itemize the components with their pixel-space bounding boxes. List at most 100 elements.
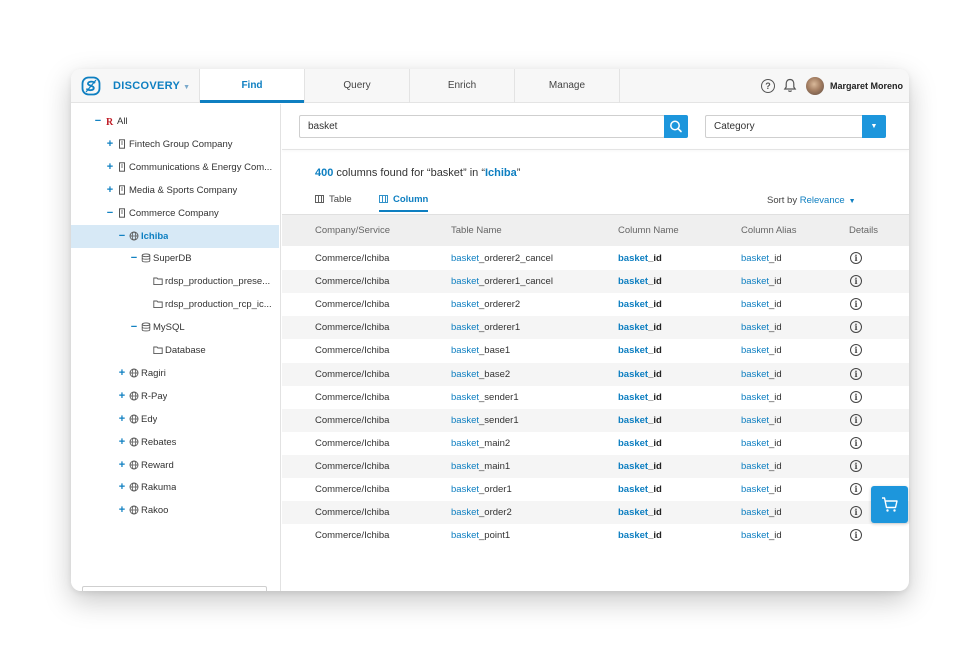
- tab-find[interactable]: Find: [200, 69, 304, 103]
- info-icon[interactable]: i: [850, 506, 862, 519]
- info-icon[interactable]: i: [850, 275, 862, 288]
- sidebar-search-input[interactable]: [82, 586, 267, 591]
- header-column-name[interactable]: Column Name: [618, 215, 679, 247]
- cell-column-name[interactable]: basket_id: [618, 386, 662, 409]
- sort-value[interactable]: Relevance: [800, 195, 845, 206]
- cell-table-name[interactable]: basket_base1: [451, 339, 510, 362]
- cell-column-name[interactable]: basket_id: [618, 409, 662, 432]
- user-name[interactable]: Margaret Moreno: [830, 69, 903, 103]
- cart-button[interactable]: [871, 486, 908, 523]
- cell-column-name[interactable]: basket_id: [618, 316, 662, 339]
- table-row[interactable]: Commerce/Ichiba basket_orderer2 basket_id b…: [282, 293, 909, 316]
- cell-column-alias[interactable]: basket_id: [741, 293, 782, 316]
- cell-table-name[interactable]: basket_main1: [451, 455, 510, 478]
- cell-table-name[interactable]: basket_base2: [451, 363, 510, 386]
- info-icon[interactable]: i: [850, 459, 862, 472]
- chevron-down-icon[interactable]: ▼: [862, 115, 886, 138]
- info-icon[interactable]: i: [850, 298, 862, 311]
- tree-item[interactable]: + Rakuma: [71, 476, 279, 499]
- table-row[interactable]: Commerce/Ichiba basket_point1 basket_id bas…: [282, 524, 909, 547]
- table-row[interactable]: Commerce/Ichiba basket_sender1 basket_id ba…: [282, 408, 909, 432]
- tab-manage[interactable]: Manage: [515, 69, 619, 103]
- tree-item[interactable]: + Communications & Energy Com...: [71, 156, 279, 179]
- table-row[interactable]: Commerce/Ichiba basket_base2 basket_id bask…: [282, 362, 909, 386]
- table-row[interactable]: Commerce/Ichiba basket_order2 basket_id bas…: [282, 501, 909, 525]
- info-icon[interactable]: i: [850, 321, 862, 334]
- brand-menu[interactable]: DISCOVERY ▼: [113, 69, 190, 103]
- cell-column-alias[interactable]: basket_id: [741, 455, 782, 478]
- cell-column-alias[interactable]: basket_id: [741, 247, 782, 270]
- header-company-service[interactable]: Company/Service: [315, 215, 390, 247]
- cell-table-name[interactable]: basket_order1: [451, 478, 512, 501]
- cell-column-alias[interactable]: basket_id: [741, 409, 782, 432]
- cell-table-name[interactable]: basket_order2: [451, 501, 512, 524]
- cell-column-alias[interactable]: basket_id: [741, 478, 782, 501]
- table-row[interactable]: Commerce/Ichiba basket_orderer1_cancel bas…: [282, 270, 909, 294]
- cell-table-name[interactable]: basket_orderer1_cancel: [451, 270, 553, 293]
- expand-icon[interactable]: +: [117, 499, 127, 522]
- table-row[interactable]: Commerce/Ichiba basket_base1 basket_id bask…: [282, 339, 909, 362]
- table-row[interactable]: Commerce/Ichiba basket_order1 basket_id bas…: [282, 478, 909, 501]
- tree-item[interactable]: − R All: [71, 110, 279, 133]
- table-row[interactable]: Commerce/Ichiba basket_sender1 basket_id ba…: [282, 386, 909, 409]
- tab-column-view[interactable]: Column: [379, 194, 429, 212]
- search-button[interactable]: [664, 115, 688, 138]
- tree-item[interactable]: + Fintech Group Company: [71, 133, 279, 156]
- info-icon[interactable]: i: [850, 413, 862, 426]
- cell-column-alias[interactable]: basket_id: [741, 524, 782, 547]
- cell-table-name[interactable]: basket_orderer2_cancel: [451, 247, 553, 270]
- expand-icon[interactable]: +: [105, 133, 115, 156]
- tree-item[interactable]: − Ichiba: [71, 224, 279, 248]
- app-logo-icon[interactable]: [81, 76, 101, 96]
- cell-column-alias[interactable]: basket_id: [741, 270, 782, 293]
- expand-icon[interactable]: +: [117, 476, 127, 499]
- cell-column-alias[interactable]: basket_id: [741, 316, 782, 339]
- cell-column-alias[interactable]: basket_id: [741, 386, 782, 409]
- expand-icon[interactable]: +: [117, 408, 127, 431]
- tree-item[interactable]: + Media & Sports Company: [71, 179, 279, 202]
- expand-icon[interactable]: +: [105, 156, 115, 179]
- cell-table-name[interactable]: basket_point1: [451, 524, 510, 547]
- cell-table-name[interactable]: basket_main2: [451, 432, 510, 455]
- tree-item[interactable]: + Ragiri: [71, 362, 279, 385]
- tree-item[interactable]: + Edy: [71, 408, 279, 431]
- expand-icon[interactable]: +: [117, 431, 127, 454]
- cell-column-name[interactable]: basket_id: [618, 478, 662, 501]
- cell-table-name[interactable]: basket_orderer1: [451, 316, 520, 339]
- tab-table-view[interactable]: Table: [315, 194, 352, 212]
- info-icon[interactable]: i: [850, 529, 862, 542]
- category-select[interactable]: Category ▼: [705, 115, 886, 138]
- collapse-icon[interactable]: −: [105, 202, 115, 225]
- info-icon[interactable]: i: [850, 252, 862, 264]
- cell-column-name[interactable]: basket_id: [618, 363, 662, 386]
- info-icon[interactable]: i: [850, 390, 862, 403]
- expand-icon[interactable]: +: [117, 454, 127, 477]
- expand-icon[interactable]: +: [117, 362, 127, 385]
- table-row[interactable]: Commerce/Ichiba basket_orderer2_cancel bas…: [282, 247, 909, 270]
- tree-item[interactable]: + R-Pay: [71, 385, 279, 408]
- tree-item[interactable]: − Commerce Company: [71, 202, 279, 225]
- header-table-name[interactable]: Table Name: [451, 215, 502, 247]
- table-row[interactable]: Commerce/Ichiba basket_main1 basket_id bask…: [282, 454, 909, 478]
- cell-column-alias[interactable]: basket_id: [741, 432, 782, 455]
- avatar[interactable]: [806, 77, 824, 95]
- search-input[interactable]: [299, 115, 665, 138]
- tree-item[interactable]: − SuperDB: [71, 247, 279, 270]
- table-row[interactable]: Commerce/Ichiba basket_orderer1 basket_id b…: [282, 316, 909, 340]
- cell-column-alias[interactable]: basket_id: [741, 363, 782, 386]
- cell-column-name[interactable]: basket_id: [618, 339, 662, 362]
- cell-column-name[interactable]: basket_id: [618, 270, 662, 293]
- cell-table-name[interactable]: basket_orderer2: [451, 293, 520, 316]
- tree-item[interactable]: rdsp_production_prese...: [71, 270, 279, 293]
- collapse-icon[interactable]: −: [93, 110, 103, 133]
- expand-icon[interactable]: +: [117, 385, 127, 408]
- tree-item[interactable]: Database: [71, 339, 279, 362]
- cell-column-name[interactable]: basket_id: [618, 455, 662, 478]
- cell-column-name[interactable]: basket_id: [618, 524, 662, 547]
- collapse-icon[interactable]: −: [117, 225, 127, 248]
- tree-item[interactable]: − MySQL: [71, 316, 279, 339]
- tree-item[interactable]: + Rakoo: [71, 499, 279, 522]
- collapse-icon[interactable]: −: [129, 247, 139, 270]
- cell-column-alias[interactable]: basket_id: [741, 501, 782, 524]
- cell-column-name[interactable]: basket_id: [618, 293, 662, 316]
